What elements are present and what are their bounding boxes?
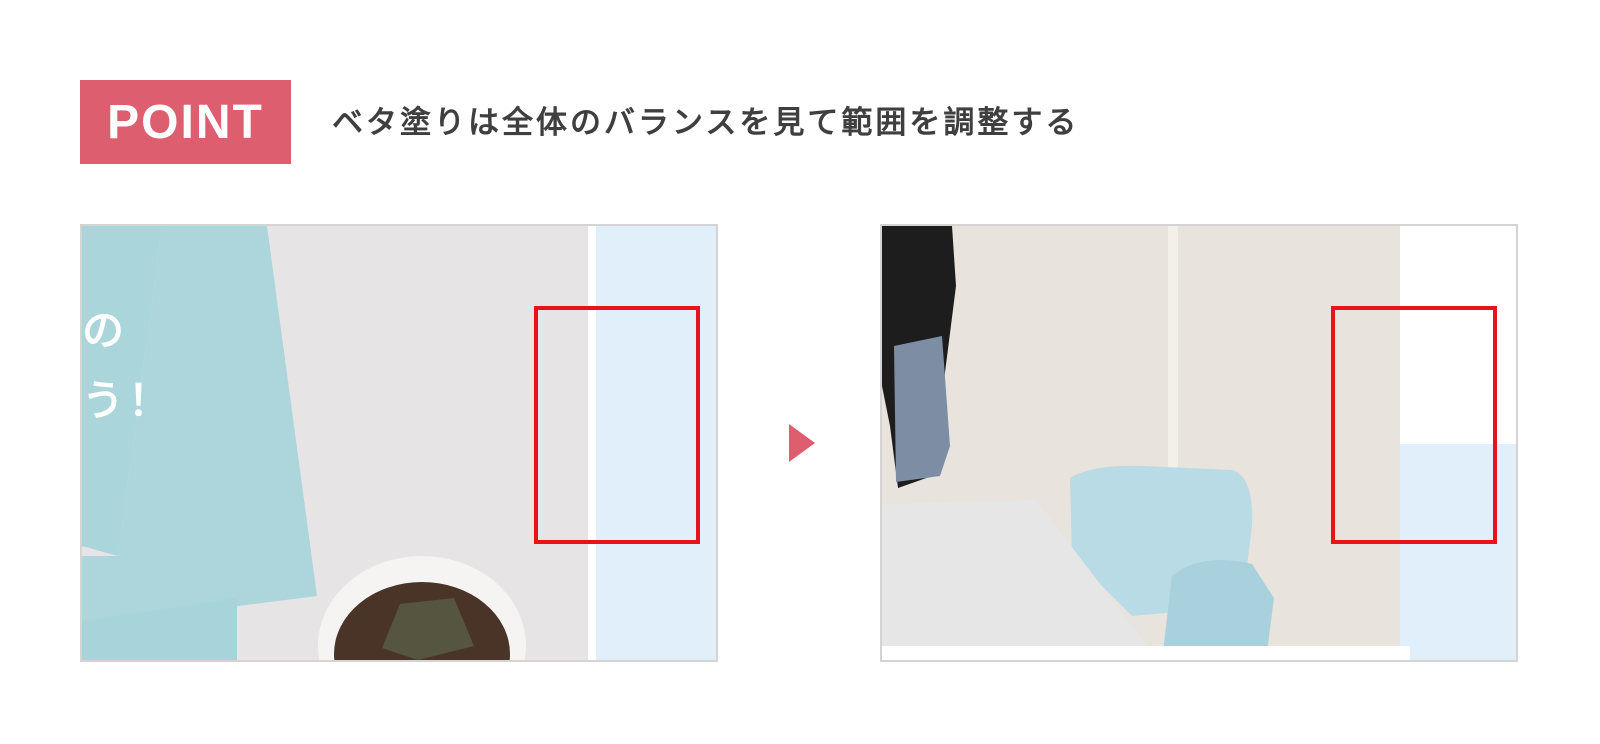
chair-second [1162, 560, 1274, 660]
point-badge: POINT [80, 80, 291, 164]
before-image-panel: の う！ [80, 224, 718, 662]
highlight-box-after [1331, 306, 1497, 544]
page: POINT ベタ塗りは全体のバランスを見て範囲を調整する の う！ [0, 0, 1600, 744]
overlay-text: の う！ [82, 296, 174, 436]
arrow-right-icon [789, 424, 815, 462]
denim-jacket [894, 336, 950, 482]
highlight-box-before [534, 306, 700, 544]
bottom-strip [882, 646, 1410, 660]
after-image-panel [880, 224, 1518, 662]
overlay-line-1: の [82, 306, 129, 355]
headline: ベタ塗りは全体のバランスを見て範囲を調整する [332, 105, 1080, 141]
wall-trim [1168, 226, 1178, 486]
overlay-line-2: う！ [82, 376, 175, 425]
